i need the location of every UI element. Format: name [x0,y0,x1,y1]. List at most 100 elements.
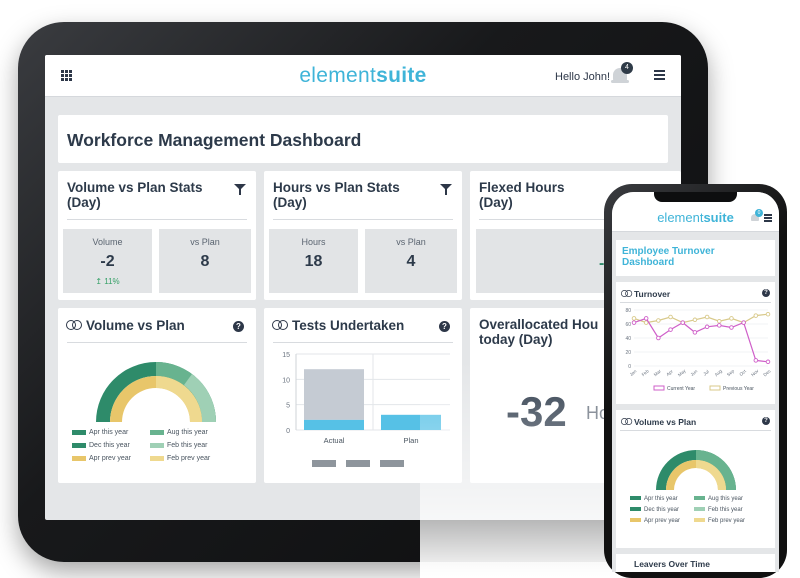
legend-item: Apr prev year [630,518,680,524]
divider [273,342,453,343]
toggle-icon[interactable] [621,418,633,425]
phone-page-title: Employee Turnover Dashboard [622,246,715,268]
semi-donut-chart [96,362,216,422]
data-point [704,314,710,320]
page-title: Workforce Management Dashboard [67,130,362,150]
logo-text-bold: suite [703,210,734,225]
title-line: Hours vs Plan Stats [273,180,400,195]
y-tick-label: 20 [625,350,631,356]
x-tick-label: Dec [762,368,772,377]
legend-item: Aug this year [150,429,208,436]
card-title: Hours vs Plan Stats (Day) [273,180,400,210]
divider [67,219,247,220]
data-point [704,324,710,330]
title-line: Flexed Hours [479,180,565,195]
legend-swatch [709,385,721,391]
legend-item: Feb this year [694,507,743,513]
x-tick-label: Aug [714,368,724,377]
legend-item: Feb prev year [150,455,210,462]
tablet-screen: elementsuite Hello John! ▾ 4 Workforce M… [45,55,681,520]
legend-item: Apr this year [72,429,128,436]
data-point [717,323,722,328]
bell-icon[interactable]: 0 [750,209,763,223]
legend-item: Dec this year [72,442,130,449]
volume-stat-tile: Volume -2 ↥ 11% [63,229,152,293]
phone-device: elementsuite 0 Employee Turnover Dashboar… [604,184,787,578]
bar-value [381,414,441,430]
tests-bar-chart: 0 5 10 15 Actual Plan [282,352,450,445]
logo-text-light: element [299,64,377,87]
title-line: Volume vs Plan Stats [67,180,203,195]
stat-label: Volume [92,237,123,247]
legend-label: Dec this year [644,507,680,513]
help-icon[interactable]: ? [233,321,244,332]
y-tick-label: 80 [625,308,631,314]
turnover-card: Turnover ? 0 20 40 60 80 Jan Feb Mar Apr May Jun Ju… [616,282,775,404]
legend-label: Apr prev year [644,518,681,524]
tests-card: Tests Undertaken ? 0 5 10 15 Actual Plan [264,308,462,483]
stat-value: 18 [304,253,323,270]
y-tick-label: 60 [625,322,631,328]
help-icon[interactable]: ? [762,417,770,425]
leavers-card: Leavers Over Time [616,554,775,572]
x-tick-label: Oct [738,368,747,377]
data-point [668,314,673,320]
x-tick-label: Feb [641,368,651,377]
stat-label: vs Plan [190,237,220,247]
data-point [643,316,649,321]
data-point [765,359,771,365]
x-tick-label: Plan [403,436,418,445]
notification-badge: 4 [621,62,633,74]
semi-donut-chart [656,450,736,490]
legend-item: Feb this year [150,442,207,449]
title-line: Overallocated Hou [479,317,599,332]
data-point [741,320,746,325]
toggle-icon[interactable] [621,290,633,297]
plan-stat-tile: vs Plan 8 [159,229,251,293]
divider [273,219,453,220]
phone-notch [654,192,737,202]
stat-value: 4 [406,253,416,270]
data-point [729,325,734,330]
legend-label: Feb this year [167,442,208,449]
x-tick-label: Apr [665,368,674,377]
title-line: Dashboard [622,257,675,268]
data-point [631,316,637,321]
help-icon[interactable]: ? [762,289,770,297]
toggle-icon[interactable] [66,320,83,330]
bell-icon[interactable]: 4 [611,62,633,86]
legend-label: Dec this year [89,442,130,449]
filter-icon[interactable] [440,184,452,195]
legend-item: Aug this year [694,496,743,502]
user-menu[interactable]: Hello John! ▾ [555,70,619,83]
legend-label: Feb prev year [708,518,746,524]
hamburger-menu-icon[interactable] [654,70,665,80]
data-point [717,318,722,324]
hamburger-menu-icon[interactable] [764,214,772,222]
data-point [765,311,771,317]
notification-badge: 0 [755,209,763,217]
filter-icon[interactable] [234,184,246,195]
legend-label: Feb this year [708,507,743,513]
plan-stat-tile: vs Plan 4 [365,229,457,293]
x-tick-label: May [677,368,687,378]
y-tick-label: 5 [286,403,290,410]
y-tick-label: 15 [282,352,290,359]
data-point [729,316,734,321]
data-point [692,330,698,335]
card-title: Tests Undertaken [292,318,405,333]
title-line: (Day) [273,195,307,210]
divider [620,430,771,431]
data-point [656,318,661,323]
toggle-icon[interactable] [272,320,289,330]
help-icon[interactable]: ? [439,321,450,332]
stat-label: Hours [301,237,326,247]
stat-change: ↥ 11% [95,277,120,286]
card-title: Leavers Over Time [634,559,710,569]
data-point [631,320,637,325]
x-tick-label: Nov [750,368,760,377]
y-tick-label: 0 [628,364,631,370]
legend-item: Feb prev year [694,518,745,524]
x-tick-label: Actual [324,436,345,445]
card-title: Volume vs Plan [634,417,697,427]
